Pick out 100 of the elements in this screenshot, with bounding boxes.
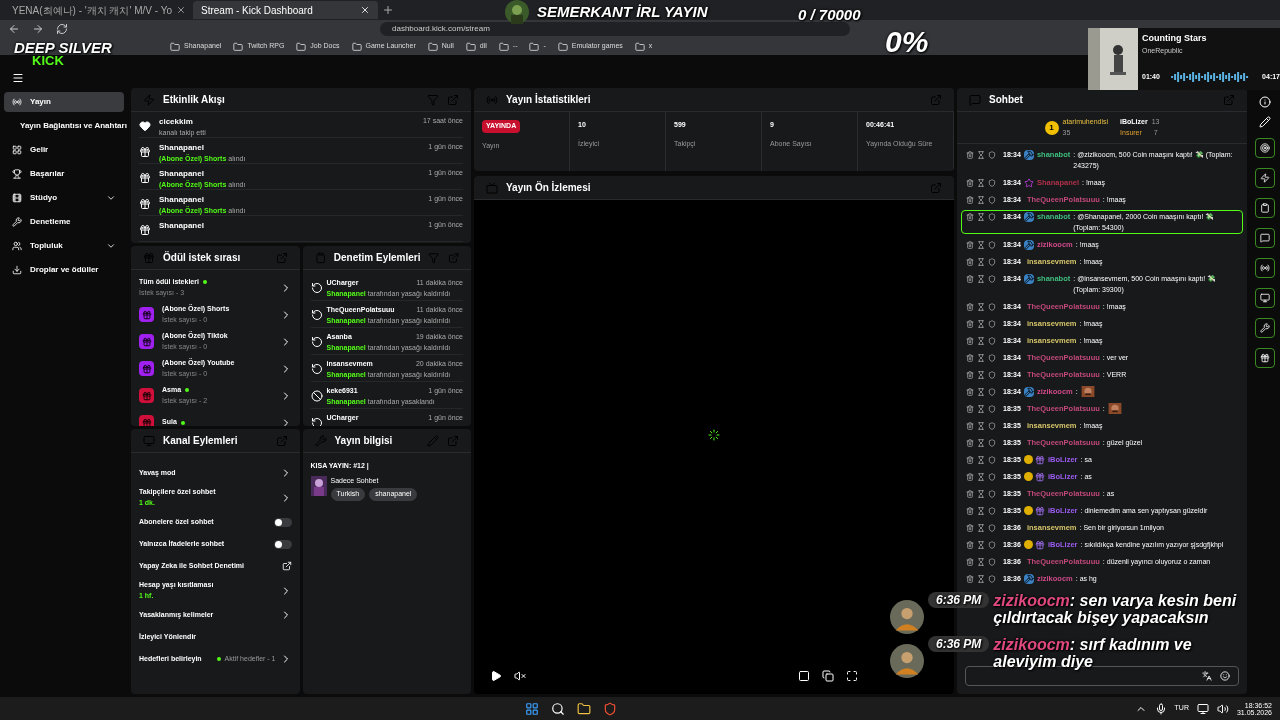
volume-icon[interactable] [1216, 702, 1229, 715]
reload-icon[interactable] [56, 23, 68, 35]
close-icon[interactable] [175, 5, 186, 15]
trash-icon[interactable] [966, 523, 974, 532]
hourglass-icon[interactable] [977, 257, 985, 266]
address-bar[interactable]: dashboard.kick.com/stream [380, 22, 850, 36]
hourglass-icon[interactable] [977, 240, 985, 249]
hourglass-icon[interactable] [977, 438, 985, 447]
microphone-icon[interactable] [1154, 702, 1167, 715]
close-icon[interactable] [360, 5, 370, 15]
wrench-button[interactable] [1255, 318, 1275, 338]
trash-icon[interactable] [966, 178, 974, 187]
external-link-icon[interactable] [281, 561, 292, 571]
clipboard-button[interactable] [1255, 198, 1275, 218]
toggle-switch[interactable] [273, 539, 292, 549]
hourglass-icon[interactable] [977, 178, 985, 187]
trash-icon[interactable] [966, 455, 974, 464]
bolt-button[interactable] [1255, 168, 1275, 188]
trash-icon[interactable] [966, 195, 974, 204]
shield-icon[interactable] [988, 240, 996, 249]
shield-icon[interactable] [988, 574, 996, 583]
shield-icon[interactable] [988, 370, 996, 379]
sidebar-item[interactable]: Yayın [4, 92, 124, 112]
sidebar-item[interactable]: Topluluk [4, 236, 124, 256]
trash-icon[interactable] [966, 319, 974, 328]
play-icon[interactable] [490, 670, 502, 682]
search-icon[interactable] [551, 701, 566, 716]
trash-icon[interactable] [966, 336, 974, 345]
trash-icon[interactable] [966, 212, 974, 221]
hourglass-icon[interactable] [977, 506, 985, 515]
sidebar-item[interactable]: Gelir [4, 140, 124, 160]
shield-icon[interactable] [988, 353, 996, 362]
shield-icon[interactable] [988, 274, 996, 283]
shield-icon[interactable] [988, 319, 996, 328]
shield-icon[interactable] [988, 438, 996, 447]
shield-icon[interactable] [988, 421, 996, 430]
picture-in-picture-icon[interactable] [798, 670, 810, 682]
trash-icon[interactable] [966, 302, 974, 311]
shield-icon[interactable] [988, 150, 996, 159]
trash-icon[interactable] [966, 370, 974, 379]
shield-icon[interactable] [988, 455, 996, 464]
hourglass-icon[interactable] [977, 404, 985, 413]
trash-icon[interactable] [966, 472, 974, 481]
hourglass-icon[interactable] [977, 472, 985, 481]
sidebar-item[interactable]: Denetleme [4, 212, 124, 232]
hourglass-icon[interactable] [977, 370, 985, 379]
fullscreen-icon[interactable] [846, 670, 858, 682]
hourglass-icon[interactable] [977, 523, 985, 532]
trash-icon[interactable] [966, 574, 974, 583]
shield-icon[interactable] [988, 257, 996, 266]
hourglass-icon[interactable] [977, 540, 985, 549]
trash-icon[interactable] [966, 404, 974, 413]
theater-icon[interactable] [822, 670, 834, 682]
sidebar-item[interactable]: Stüdyo [4, 188, 124, 208]
shield-icon[interactable] [988, 472, 996, 481]
shield-icon[interactable] [988, 489, 996, 498]
monitor-button[interactable] [1255, 288, 1275, 308]
info-icon[interactable] [1259, 96, 1271, 108]
chat-button[interactable] [1255, 228, 1275, 248]
toggle-switch[interactable] [273, 517, 292, 527]
trash-icon[interactable] [966, 489, 974, 498]
hourglass-icon[interactable] [977, 574, 985, 583]
network-icon[interactable] [1196, 702, 1209, 715]
shield-icon[interactable] [988, 336, 996, 345]
trash-icon[interactable] [966, 150, 974, 159]
focus-button[interactable] [1255, 138, 1275, 158]
forward-icon[interactable] [32, 23, 44, 35]
trash-icon[interactable] [966, 506, 974, 515]
hourglass-icon[interactable] [977, 557, 985, 566]
sidebar-item[interactable]: Droplar ve ödüller [4, 260, 124, 280]
hourglass-icon[interactable] [977, 302, 985, 311]
trash-icon[interactable] [966, 540, 974, 549]
hourglass-icon[interactable] [977, 387, 985, 396]
hourglass-icon[interactable] [977, 336, 985, 345]
emoji-icon[interactable] [1220, 671, 1230, 681]
trash-icon[interactable] [966, 387, 974, 396]
shield-icon[interactable] [988, 195, 996, 204]
hourglass-icon[interactable] [977, 212, 985, 221]
browser-tab[interactable]: Stream - Kick Dashboard [193, 1, 378, 19]
trash-icon[interactable] [966, 557, 974, 566]
shield-icon[interactable] [988, 523, 996, 532]
shield-icon[interactable] [988, 404, 996, 413]
start-icon[interactable] [525, 701, 540, 716]
trash-icon[interactable] [966, 438, 974, 447]
hourglass-icon[interactable] [977, 150, 985, 159]
shield-icon[interactable] [988, 178, 996, 187]
shield-icon[interactable] [988, 557, 996, 566]
shield-icon[interactable] [988, 540, 996, 549]
broadcast-button[interactable] [1255, 258, 1275, 278]
hourglass-icon[interactable] [977, 489, 985, 498]
sidebar-item[interactable]: Başarılar [4, 164, 124, 184]
translate-icon[interactable] [1202, 671, 1212, 681]
hourglass-icon[interactable] [977, 195, 985, 204]
back-icon[interactable] [8, 23, 20, 35]
shield-icon[interactable] [988, 212, 996, 221]
hourglass-icon[interactable] [977, 274, 985, 283]
hourglass-icon[interactable] [977, 421, 985, 430]
new-tab-icon[interactable] [382, 4, 394, 16]
shield-icon[interactable] [988, 302, 996, 311]
menu-icon[interactable] [12, 72, 24, 84]
